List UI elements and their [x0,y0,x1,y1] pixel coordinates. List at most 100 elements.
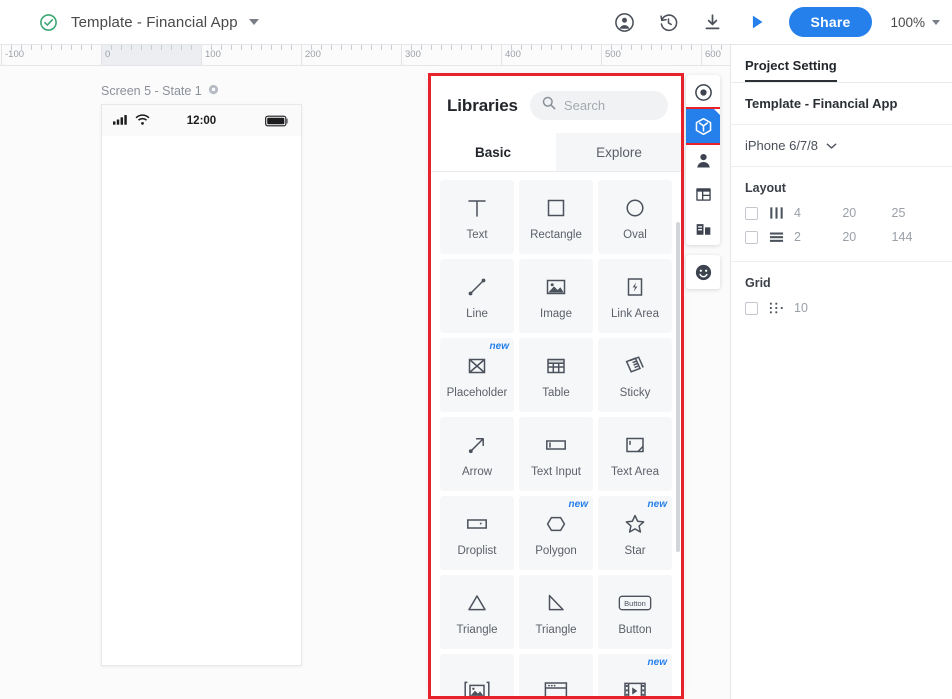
device-row[interactable]: iPhone 6/7/8 [731,125,952,167]
project-name-row[interactable]: Template - Financial App [731,83,952,125]
grid-section-title: Grid [745,276,771,290]
top-toolbar-actions: Share 100% [603,0,952,45]
zoom-level-control[interactable]: 100% [890,15,940,30]
account-icon[interactable] [603,0,647,45]
layout-row: 4 20 25 [731,201,952,225]
library-item-text-area[interactable]: Text Area [598,417,672,491]
layout-checkbox[interactable] [745,206,758,220]
grid-value-1[interactable]: 10 [794,301,846,315]
library-item-label: Sticky [619,386,651,399]
library-item-label: Arrow [461,465,493,478]
ruler-tick [51,45,52,50]
tab-basic[interactable]: Basic [430,133,556,171]
target-icon[interactable] [686,75,720,109]
library-item-label: Star [624,544,646,557]
layout-icon[interactable] [686,177,720,211]
libraries-body[interactable]: Text Rectangle Oval Line Image Link Area new Pl… [430,172,682,697]
library-item-browser[interactable] [519,654,593,697]
project-setting-panel: Project Setting Template - Financial App… [730,45,952,699]
search-box[interactable] [529,91,668,120]
screen-label[interactable]: Screen 5 - State 1 [101,84,219,98]
search-icon [542,96,556,115]
ruler-tick [431,45,432,50]
ruler-tick [81,45,82,50]
layout-value-3[interactable]: 144 [892,230,938,244]
play-icon[interactable] [735,0,779,45]
library-item-image-frame[interactable] [440,654,514,697]
image-frame-icon [462,677,492,697]
star-icon [622,510,648,538]
placeholder-icon [464,352,490,380]
check-circle-icon [38,12,58,32]
library-item-arrow[interactable]: Arrow [440,417,514,491]
library-item-sticky[interactable]: Sticky [598,338,672,412]
download-icon[interactable] [691,0,735,45]
library-item-label: Placeholder [446,386,508,399]
ruler-tick [441,45,442,50]
libraries-scrollbar[interactable] [676,222,680,552]
columns-icon[interactable] [758,206,794,220]
ruler-tick [641,45,642,50]
library-item-triangle[interactable]: Triangle [519,575,593,649]
page-title[interactable]: Template - Financial App [71,14,238,31]
library-item-triangle[interactable]: Triangle [440,575,514,649]
library-item-label: Polygon [535,544,577,557]
library-item-image[interactable]: Image [519,259,593,333]
layout-value-1[interactable]: 4 [794,206,842,220]
gear-icon[interactable] [208,84,219,98]
library-item-placeholder[interactable]: new Placeholder [440,338,514,412]
library-item-polygon[interactable]: new Polygon [519,496,593,570]
library-item-line[interactable]: Line [440,259,514,333]
libraries-panel: Libraries BasicExplore Text Rectangle Oval… [430,75,682,697]
ruler-tick [631,45,632,50]
ruler-tick [181,45,182,50]
layout-value-2[interactable]: 20 [842,230,891,244]
ruler-tick [161,45,162,50]
title-dropdown-caret-icon[interactable] [248,19,259,25]
tab-project-setting[interactable]: Project Setting [745,58,837,82]
horizontal-ruler[interactable]: -100 0 100 200 300 400 500 600 [0,45,730,66]
library-item-droplist[interactable]: Droplist [440,496,514,570]
share-button[interactable]: Share [788,7,873,37]
layout-value-2[interactable]: 20 [842,206,891,220]
library-item-oval[interactable]: Oval [598,180,672,254]
library-item-text[interactable]: Text [440,180,514,254]
libraries-tabs: Basic Explore [430,133,682,172]
layout-value-1[interactable]: 2 [794,230,842,244]
grid-checkbox[interactable] [745,301,758,315]
library-item-button[interactable]: Button Button [598,575,672,649]
library-item-label: Triangle [535,623,577,636]
phone-artboard[interactable]: 12:00 [101,104,302,666]
rows-icon[interactable] [758,230,794,244]
library-item-star[interactable]: new Star [598,496,672,570]
smiley-icon[interactable] [686,255,720,289]
chart-icon[interactable] [686,211,720,245]
layout-checkbox[interactable] [745,230,758,244]
search-input[interactable] [563,98,656,113]
tab-explore[interactable]: Explore [556,133,682,171]
libraries-item-grid: Text Rectangle Oval Line Image Link Area new Pl… [440,180,672,697]
person-icon[interactable] [686,143,720,177]
phone-status-bar: 12:00 [102,105,301,136]
library-item-label: Text Area [611,465,659,478]
triangle-icon [464,589,490,617]
libraries-header: Libraries [430,75,682,133]
history-icon[interactable] [647,0,691,45]
video-icon [621,677,649,697]
screen-label-text: Screen 5 - State 1 [101,84,202,98]
library-item-rectangle[interactable]: Rectangle [519,180,593,254]
cube-icon[interactable] [686,107,720,145]
dot-grid-icon[interactable] [758,301,794,315]
library-item-text-input[interactable]: Text Input [519,417,593,491]
library-item-link-area[interactable]: Link Area [598,259,672,333]
library-item-table[interactable]: Table [519,338,593,412]
ruler-label: 400 [505,49,521,60]
ruler-tick [171,45,172,50]
ruler-label: 200 [305,49,321,60]
new-badge: new [647,657,667,668]
device-select[interactable]: iPhone 6/7/8 [745,138,938,153]
zoom-level-value: 100% [890,14,925,30]
layout-value-3[interactable]: 25 [892,206,938,220]
library-item-video[interactable]: new [598,654,672,697]
layout-row: 2 20 144 [731,225,952,249]
